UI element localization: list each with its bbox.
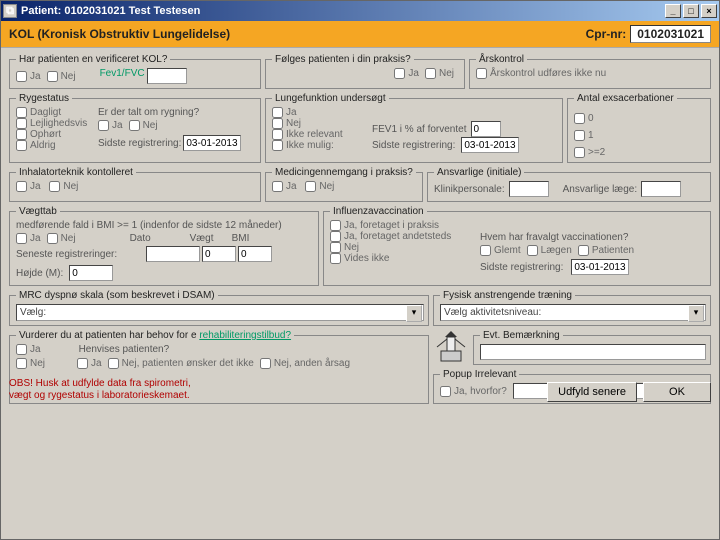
evt-input[interactable] [480,344,706,360]
lunge-ja[interactable]: Ja [272,107,366,118]
ryge-talt-nej[interactable]: Nej [129,120,158,131]
fysisk-select[interactable]: Vælg aktivitetsniveau: [440,304,706,321]
lunge-ikkemulig[interactable]: Ikke mulig: [272,140,366,151]
hvem-label: Hvem har fravalgt vaccinationen? [480,232,706,243]
inf-glemt[interactable]: Glemt [480,245,521,256]
rehab-ja[interactable]: Ja [16,344,41,355]
laege-label: Ansvarlige læge: [563,184,637,195]
close-button[interactable]: × [701,4,717,18]
header-bar: KOL (Kronisk Obstruktiv Lungelidelse) Cp… [1,21,719,48]
ryge-date[interactable] [183,135,241,151]
henv-ja[interactable]: Ja [77,358,102,369]
vaegttab-text: medførende fald i BMI >= 1 (indenfor de … [16,220,314,231]
mrc-select[interactable]: Vælg: [16,304,424,321]
henv-nej-anden[interactable]: Nej, anden årsag [260,358,350,369]
inf-andet[interactable]: Ja, foretaget andetsteds [330,231,474,242]
folges-nej[interactable]: Nej [425,68,454,79]
lunge-sidste-label: Sidste registrering: [372,140,455,151]
lunge-nej[interactable]: Nej [272,118,366,129]
henv-nej-onsker[interactable]: Nej, patienten ønsker det ikke [108,358,254,369]
ansvarlige: Ansvarlige (initiale) Klinikpersonale: A… [427,167,711,202]
exac-2[interactable]: >=2 [574,147,700,158]
influenza: Influenzavaccination Ja, foretaget i pra… [323,206,711,286]
laege-input[interactable] [641,181,681,197]
inhal-nej[interactable]: Nej [49,181,78,192]
inf-laegen[interactable]: Lægen [527,245,572,256]
bmi-hdr: BMI [232,233,250,244]
med-nej[interactable]: Nej [305,181,334,192]
rehab-link[interactable]: rehabiliteringstilbud? [199,330,291,341]
evt-bemaerkning: Evt. Bemærkning [473,330,711,365]
minimize-button[interactable]: _ [665,4,681,18]
hojde-label: Højde (M): [16,268,63,279]
exac-1[interactable]: 1 [574,130,700,141]
aarskontrol: Årskontrol Årskontrol udføres ikke nu [469,54,711,89]
medicingennemgang: Medicingennemgang i praksis? Ja Nej [265,167,423,202]
title-bar: ⧉ Patient: 0102031021 Test Testesen _ □ … [1,1,719,21]
dato-hdr: Dato [130,233,188,244]
verificeret-kol: Har patienten en verificeret KOL? Ja Nej… [9,54,261,89]
lungefunktion: Lungefunktion undersøgt Ja Nej Ikke rele… [265,93,563,163]
ryge-aldrig[interactable]: Aldrig [16,140,92,151]
inf-patienten[interactable]: Patienten [578,245,634,256]
cpr-label: Cpr-nr: [586,27,627,41]
lunge-date[interactable] [461,137,519,153]
klinik-label: Klinikpersonale: [434,184,505,195]
inf-sidste-label: Sidste registrering: [480,262,563,273]
maximize-button[interactable]: □ [683,4,699,18]
rehab-nej[interactable]: Nej [16,358,45,369]
henvises-label: Henvises patienten? [79,344,170,355]
ryge-sidste-label: Sidste registrering: [98,138,181,149]
vt-ja[interactable]: Ja [16,233,41,244]
inhal-ja[interactable]: Ja [16,181,41,192]
mrc: MRC dyspnø skala (som beskrevet i DSAM) … [9,290,429,326]
chk-nej[interactable]: Nej [47,68,76,84]
ryge-dagligt[interactable]: Dagligt [16,107,92,118]
bmi-input[interactable] [238,246,272,262]
exacerbationer: Antal exsacerbationer 0 1 >=2 [567,93,711,163]
vaegt-input[interactable] [202,246,236,262]
fev-input[interactable] [147,68,187,84]
rygestatus: Rygestatus Dagligt Lejlighedsvis Ophørt … [9,93,261,163]
udfyld-senere-button[interactable]: Udfyld senere [547,382,637,402]
vaegt-hdr: Vægt [190,233,230,244]
exac-0[interactable]: 0 [574,113,700,124]
chk-ja[interactable]: Ja [16,68,41,84]
med-ja[interactable]: Ja [272,181,297,192]
dato-input[interactable] [146,246,200,262]
obs-text: OBS! Husk at udfylde data fra spirometri… [9,378,191,402]
inf-nej[interactable]: Nej [330,242,474,253]
ryge-talt-label: Er der talt om rygning? [98,107,256,118]
folges-ja[interactable]: Ja [394,68,419,79]
seneste-label: Seneste registreringer: [16,249,144,260]
sentinel-icon [431,328,471,364]
vt-nej[interactable]: Nej [47,233,76,244]
disease-title: KOL (Kronisk Obstruktiv Lungelidelse) [9,27,230,41]
fev-pct-label: FEV1 i % af forventet [372,124,467,135]
lunge-ikkerel[interactable]: Ikke relevant [272,129,366,140]
inf-praksis[interactable]: Ja, foretaget i praksis [330,220,474,231]
ryge-ophort[interactable]: Ophørt [16,129,92,140]
cpr-value: 0102031021 [630,25,711,43]
app-icon: ⧉ [3,4,17,18]
ryge-lejligh[interactable]: Lejlighedsvis [16,118,92,129]
ok-button[interactable]: OK [643,382,711,402]
folges-praksis: Følges patienten i din praksis? Ja Nej [265,54,465,89]
ryge-talt-ja[interactable]: Ja [98,120,123,131]
fev-pct-input[interactable] [471,121,501,137]
klinik-input[interactable] [509,181,549,197]
vaegttab: Vægttab medførende fald i BMI >= 1 (inde… [9,206,319,286]
hojde-input[interactable] [69,265,113,281]
window-title: Patient: 0102031021 Test Testesen [21,5,200,17]
aarskontrol-chk[interactable]: Årskontrol udføres ikke nu [476,68,606,79]
inf-videsikke[interactable]: Vides ikke [330,253,474,264]
fysisk: Fysisk anstrengende træning Vælg aktivit… [433,290,711,326]
fev-link[interactable]: Fev1/FVC [100,68,145,84]
inhalator: Inhalatorteknik kontolleret Ja Nej [9,167,261,202]
inf-date[interactable] [571,259,629,275]
